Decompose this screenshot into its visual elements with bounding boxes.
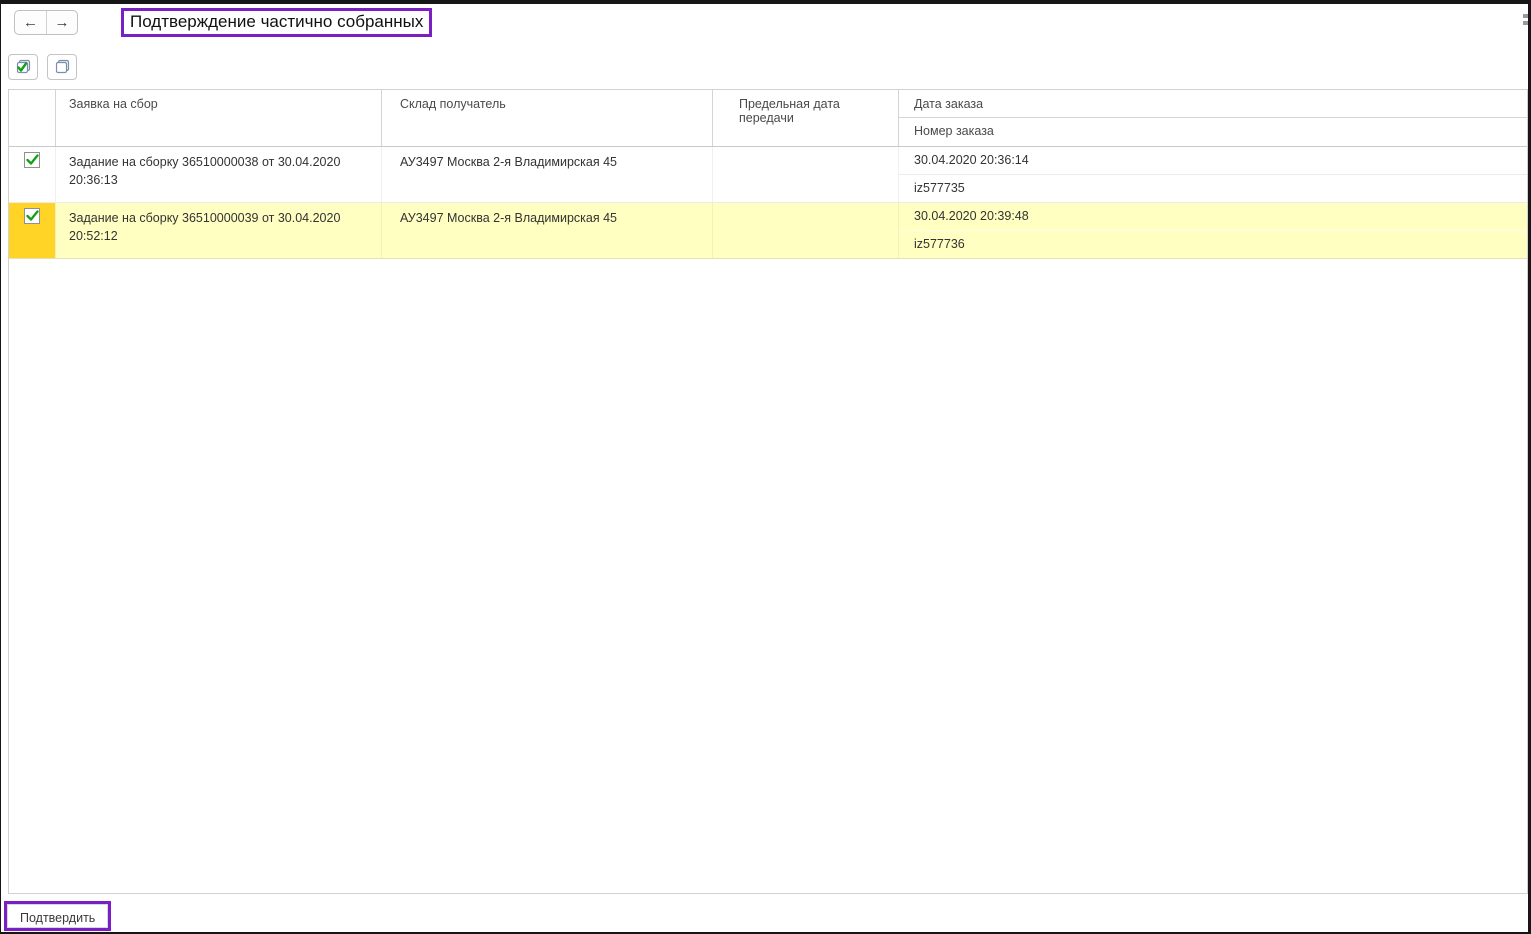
check-all-button[interactable] bbox=[8, 54, 38, 80]
screenshot-frame-left bbox=[0, 0, 1, 934]
list-toolbar bbox=[8, 54, 77, 80]
clear-all-docs-icon bbox=[55, 59, 70, 74]
screenshot-frame-top bbox=[0, 0, 1531, 4]
orders-table: Заявка на сбор Склад получатель Предельн… bbox=[8, 89, 1528, 894]
header-order-date[interactable]: Дата заказа bbox=[899, 90, 1527, 118]
confirm-button[interactable]: Подтвердить bbox=[7, 904, 109, 928]
cell-deadline bbox=[713, 147, 899, 202]
cell-request: Задание на сборку 36510000038 от 30.04.2… bbox=[56, 147, 382, 202]
header-warehouse[interactable]: Склад получатель bbox=[382, 90, 713, 146]
cell-order-group: 30.04.2020 20:36:14 iz577735 bbox=[899, 147, 1527, 202]
history-nav: ← → bbox=[14, 10, 78, 35]
table-row-selected[interactable]: Задание на сборку 36510000039 от 30.04.2… bbox=[9, 203, 1527, 259]
back-arrow-icon: ← bbox=[23, 14, 38, 31]
header-deadline[interactable]: Предельная дата передачи bbox=[713, 90, 899, 146]
cell-order-group: 30.04.2020 20:39:48 iz577736 bbox=[899, 203, 1527, 258]
clipped-edge-artifact bbox=[1523, 14, 1528, 28]
cell-order-number: iz577735 bbox=[914, 181, 965, 195]
annotation-box-confirm: Подтвердить bbox=[4, 901, 112, 931]
header-order-number[interactable]: Номер заказа bbox=[899, 118, 1527, 146]
header-request[interactable]: Заявка на сбор bbox=[56, 90, 382, 146]
table-header-row: Заявка на сбор Склад получатель Предельн… bbox=[9, 90, 1527, 147]
cell-order-number: iz577736 bbox=[914, 237, 965, 251]
row-checkbox-checked[interactable] bbox=[24, 152, 40, 168]
annotation-box-title: Подтверждение частично собранных bbox=[121, 8, 433, 37]
cell-deadline bbox=[713, 203, 899, 258]
cell-warehouse: АУ3497 Москва 2-я Владимирская 45 bbox=[382, 203, 713, 258]
checkmark-icon bbox=[25, 210, 39, 221]
forward-button[interactable]: → bbox=[46, 11, 77, 34]
forward-arrow-icon: → bbox=[54, 14, 70, 31]
row-checkbox-cell-current bbox=[9, 203, 56, 258]
check-all-docs-icon bbox=[16, 59, 31, 74]
cell-order-date: 30.04.2020 20:36:14 bbox=[899, 147, 1527, 175]
page-title: Подтверждение частично собранных bbox=[130, 12, 424, 31]
header-order-group: Дата заказа Номер заказа bbox=[899, 90, 1527, 146]
header-checkbox-column bbox=[9, 90, 56, 146]
cell-request: Задание на сборку 36510000039 от 30.04.2… bbox=[56, 203, 382, 258]
checkmark-icon bbox=[25, 154, 39, 165]
cell-warehouse: АУ3497 Москва 2-я Владимирская 45 bbox=[382, 147, 713, 202]
row-checkbox-cell bbox=[9, 147, 56, 202]
table-row[interactable]: Задание на сборку 36510000038 от 30.04.2… bbox=[9, 147, 1527, 203]
back-button[interactable]: ← bbox=[15, 11, 46, 34]
row-checkbox-checked[interactable] bbox=[24, 208, 40, 224]
uncheck-all-button[interactable] bbox=[47, 54, 77, 80]
cell-order-date: 30.04.2020 20:39:48 bbox=[899, 203, 1527, 231]
